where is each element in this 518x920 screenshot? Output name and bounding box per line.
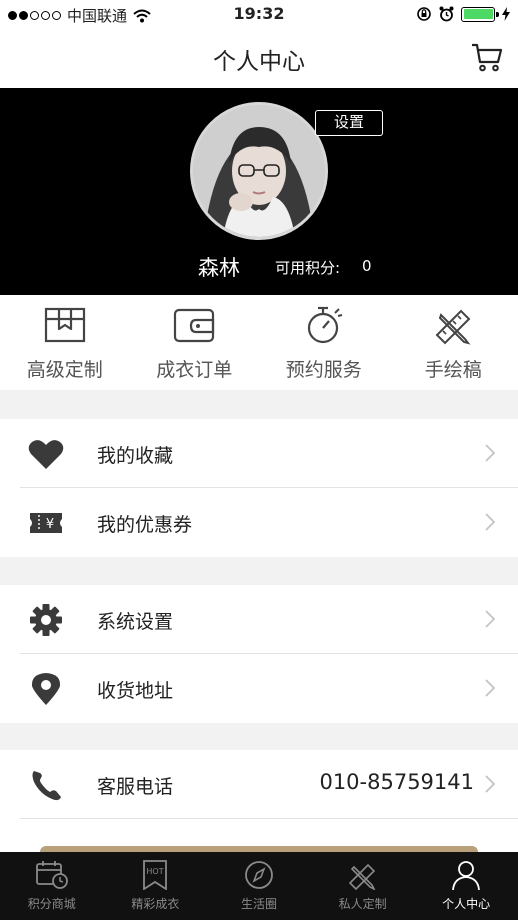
person-icon [452,861,481,890]
chevron-right-icon [485,513,496,531]
menu-group-service: 客服电话 010-85759141 [0,750,518,852]
tab-private-custom[interactable]: 私人定制 [311,852,415,920]
quick-action-sketch[interactable]: 手绘稿 [389,295,518,390]
tab-label: 积分商城 [27,897,76,911]
menu-item-label: 收货地址 [97,680,174,702]
quick-action-appointment[interactable]: 预约服务 [259,295,389,390]
alarm-icon [439,6,454,22]
menu-group-personal: 我的收藏 ¥ 我的优惠券 [0,419,518,557]
menu-item-service-phone[interactable]: 客服电话 010-85759141 [0,750,518,819]
tab-personal-center[interactable]: 个人中心 [414,852,518,920]
charging-icon [502,7,510,21]
rotation-lock-icon [417,7,431,21]
quick-actions: 高级定制 成衣订单 预约服务 手绘稿 [0,295,518,390]
menu-item-address[interactable]: 收货地址 [0,654,518,723]
heart-icon [28,440,64,469]
username: 森林 [198,256,240,280]
quick-action-label: 预约服务 [285,359,362,381]
tab-life-circle[interactable]: 生活圈 [207,852,311,920]
calendar-clock-icon [35,861,68,889]
menu-item-system-settings[interactable]: 系统设置 [0,585,518,654]
points-label: 可用积分: [275,259,341,277]
page-title: 个人中心 [213,49,305,75]
avatar-image [193,105,325,237]
status-right [416,6,510,22]
profile-header: 设置 森林 可用积分: 0 [0,88,518,295]
menu-item-label: 客服电话 [97,776,174,798]
chevron-right-icon [485,444,496,462]
quick-action-label: 手绘稿 [424,359,482,381]
chevron-right-icon [485,610,496,628]
phone-icon [32,771,61,801]
coupon-icon: ¥ [30,513,62,533]
avatar[interactable] [190,102,328,240]
wallet-icon [174,308,215,343]
status-bar: 中国联通 19:32 [0,0,518,30]
quick-action-label: 成衣订单 [156,359,233,381]
points-value: 0 [362,257,372,275]
menu-item-label: 我的优惠券 [97,514,193,536]
divider [20,818,518,819]
gear-icon [30,604,62,636]
location-pin-icon [31,673,61,705]
menu-item-label: 系统设置 [97,611,174,633]
cart-icon[interactable] [470,40,504,74]
menu-item-favorites[interactable]: 我的收藏 [0,419,518,488]
service-phone-number[interactable]: 010-85759141 [319,770,474,794]
box-icon [44,307,85,343]
chevron-right-icon [485,775,496,793]
menu-item-coupons[interactable]: ¥ 我的优惠券 [0,488,518,557]
menu-item-label: 我的收藏 [97,445,174,467]
settings-button[interactable]: 设置 [315,110,383,136]
nav-bar: 个人中心 [0,30,518,88]
menu-group-settings: 系统设置 收货地址 [0,585,518,723]
tab-bar: 积分商城 HOT 精彩成衣 生活圈 私人定制 个人中心 [0,852,518,920]
battery-icon [461,6,499,22]
quick-action-custom[interactable]: 高级定制 [0,295,130,390]
coupon-symbol: ¥ [46,517,54,532]
screen: 中国联通 19:32 个人中心 设置 森林 可用积分: 0 高级定制 成衣订单 … [0,0,518,920]
hot-badge: HOT [147,867,164,876]
tab-label: 生活圈 [240,897,277,911]
hot-bookmark-icon: HOT [143,860,168,890]
tab-points-mall[interactable]: 积分商城 [0,852,104,920]
tab-label: 精彩成衣 [131,897,180,911]
quick-action-orders[interactable]: 成衣订单 [130,295,260,390]
stopwatch-icon [307,306,342,344]
quick-action-label: 高级定制 [26,359,103,381]
tab-featured-clothing[interactable]: HOT 精彩成衣 [104,852,208,920]
tab-label: 私人定制 [338,897,387,911]
pencil-ruler-icon [348,863,375,890]
compass-icon [245,861,273,889]
chevron-right-icon [485,679,496,697]
pencil-ruler-icon [435,309,471,345]
tab-label: 个人中心 [442,897,491,911]
